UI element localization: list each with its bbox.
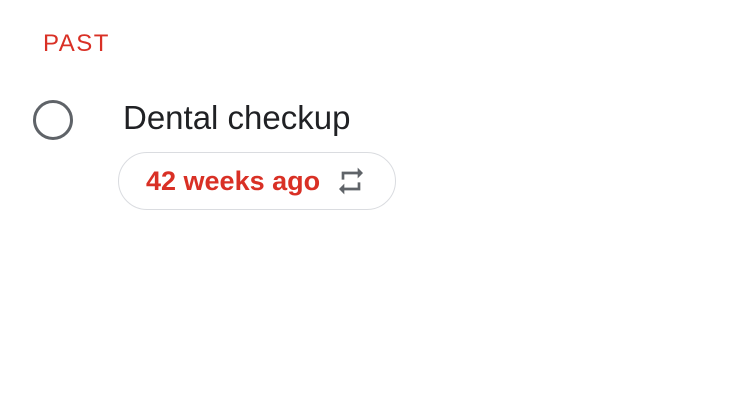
- repeat-icon: [335, 165, 367, 197]
- task-complete-checkbox[interactable]: [33, 100, 73, 140]
- due-date-label: 42 weeks ago: [146, 166, 321, 196]
- due-date-chip[interactable]: 42 weeks ago: [118, 152, 397, 210]
- task-title[interactable]: Dental checkup: [123, 98, 350, 138]
- task-item[interactable]: Dental checkup 42 weeks ago: [0, 92, 734, 222]
- section-header-past: PAST: [43, 30, 110, 57]
